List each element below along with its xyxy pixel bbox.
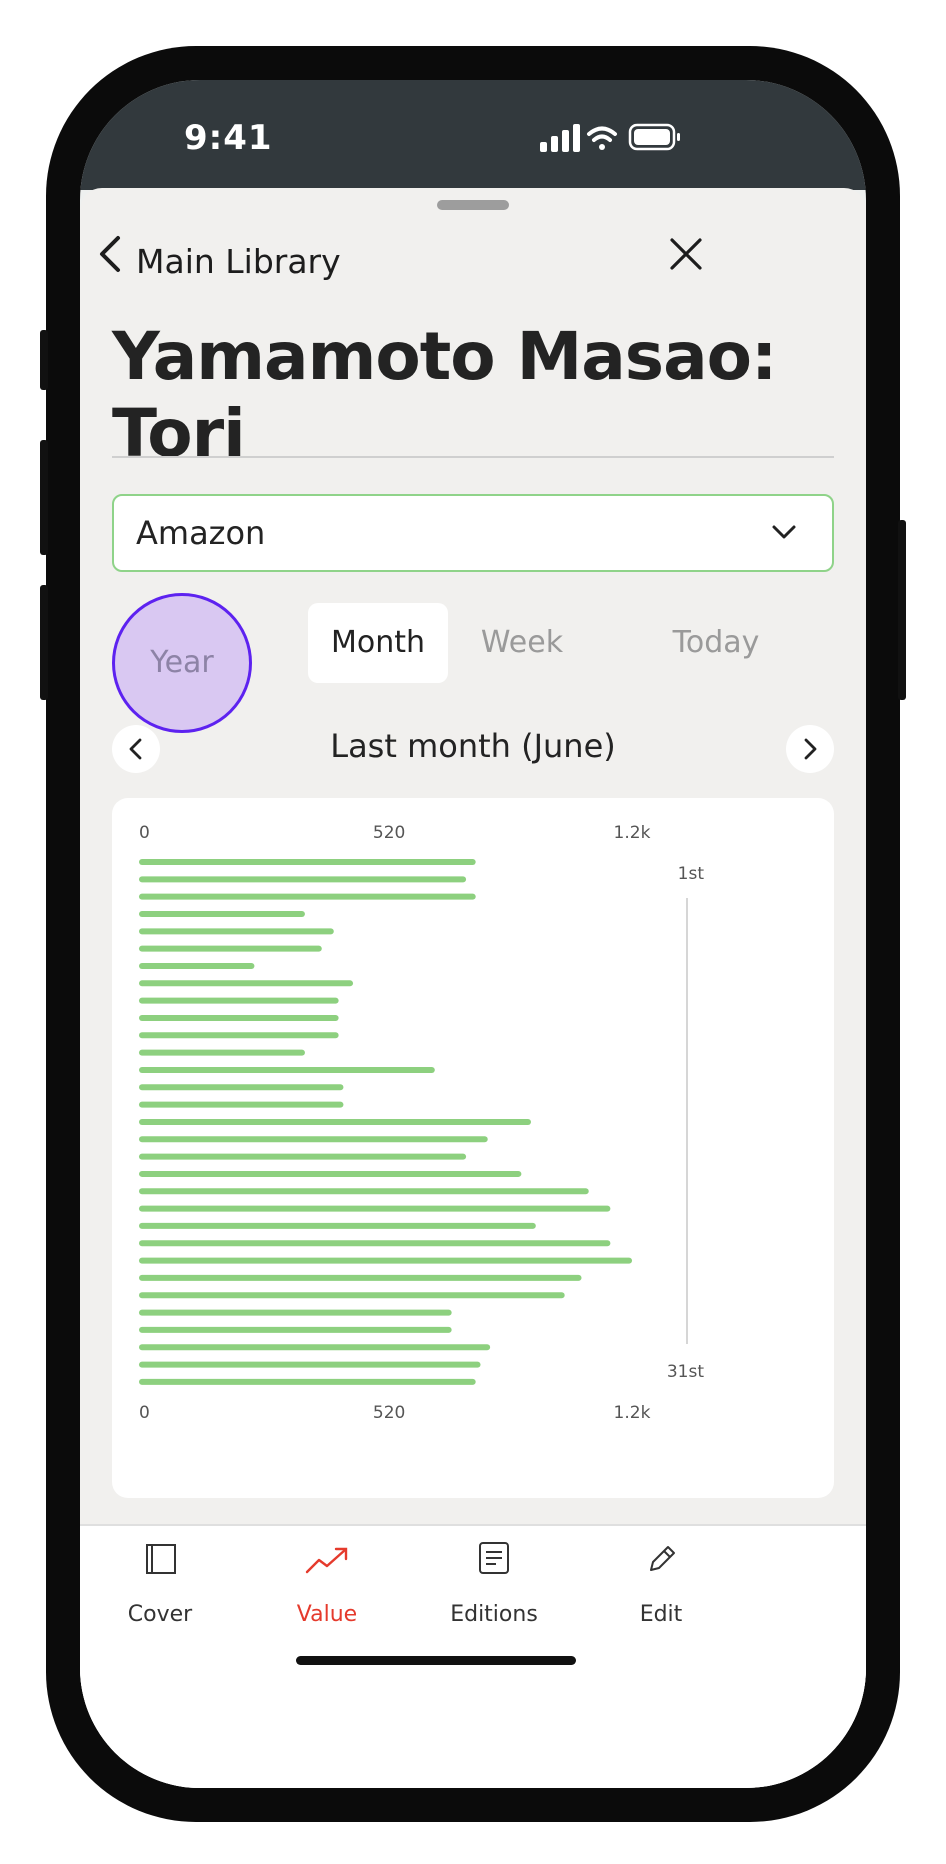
tab-value[interactable]: Value: [247, 1526, 407, 1636]
bar-day-4: [139, 910, 305, 917]
next-period-button[interactable]: [786, 725, 834, 773]
volume-down-button: [40, 585, 48, 700]
tab-label-editions: Editions: [450, 1602, 538, 1627]
home-indicator[interactable]: [296, 1656, 576, 1665]
store-dropdown-value: Amazon: [136, 514, 266, 552]
previous-period-button[interactable]: [112, 725, 160, 773]
bar-day-20: [139, 1188, 589, 1195]
chart-card: 0 0 520 520 1.2k 1.2k 1st 31st: [112, 798, 834, 1498]
bar-day-15: [139, 1101, 344, 1108]
title-divider: [112, 456, 834, 458]
bar-day-27: [139, 1309, 452, 1316]
back-chevron-icon[interactable]: [92, 234, 132, 274]
tab-label-edit: Edit: [639, 1602, 683, 1627]
x-tick-label-bottom: 520: [373, 1403, 405, 1423]
mute-switch: [40, 330, 48, 390]
bar-day-12: [139, 1049, 305, 1056]
trend-icon: [305, 1547, 348, 1574]
bar-day-7: [139, 962, 255, 969]
x-tick-label-top: 0: [139, 823, 150, 843]
x-tick-label-bottom: 1.2k: [614, 1403, 651, 1423]
segment-year[interactable]: Year: [112, 593, 252, 733]
bar-day-16: [139, 1118, 532, 1125]
tab-edit[interactable]: Edit: [581, 1526, 741, 1636]
bar-day-11: [139, 1032, 339, 1039]
status-time: 9:41: [184, 118, 273, 158]
bar-day-5: [139, 928, 334, 935]
tab-bar: Cover Value Editions Edit: [80, 1524, 866, 1788]
bar-day-9: [139, 997, 339, 1004]
tab-cover[interactable]: Cover: [80, 1526, 240, 1636]
y-end-label: 31st: [667, 1362, 704, 1382]
x-tick-label-bottom: 0: [139, 1403, 150, 1423]
x-tick-label-top: 1.2k: [614, 823, 651, 843]
bar-day-19: [139, 1170, 522, 1177]
segment-today[interactable]: Today: [646, 603, 786, 683]
bar-day-25: [139, 1274, 582, 1281]
editions-icon: [479, 1542, 509, 1574]
bar-day-29: [139, 1344, 491, 1351]
bar-day-6: [139, 945, 322, 952]
sheet-grabber[interactable]: [437, 200, 509, 210]
chevron-right-icon: [804, 738, 817, 760]
status-icons: [540, 123, 680, 152]
tab-label-value: Value: [296, 1602, 358, 1627]
sales-bar-chart: 0 0 520 520 1.2k 1.2k 1st 31st: [139, 823, 705, 1423]
pencil-icon: [650, 1546, 675, 1571]
status-bar: 9:41: [80, 80, 866, 190]
wifi-icon: [587, 126, 617, 150]
bar-day-18: [139, 1153, 467, 1160]
bar-day-30: [139, 1361, 481, 1368]
page-title: Yamamoto Masao: Tori: [112, 318, 777, 472]
bar-day-31: [139, 1378, 476, 1385]
bar-day-22: [139, 1222, 536, 1229]
bar-day-17: [139, 1136, 488, 1143]
bar-day-13: [139, 1066, 435, 1073]
tab-label-cover: Cover: [127, 1602, 193, 1627]
x-tick-label-top: 520: [373, 823, 405, 843]
volume-up-button: [40, 440, 48, 555]
cover-icon: [146, 1544, 176, 1574]
chevron-down-icon: [772, 525, 796, 539]
bar-day-14: [139, 1084, 344, 1091]
bar-day-1: [139, 859, 476, 865]
bar-day-21: [139, 1205, 611, 1212]
store-dropdown[interactable]: Amazon: [112, 494, 834, 572]
segment-month[interactable]: Month: [308, 603, 448, 683]
bar-day-8: [139, 980, 354, 987]
bar-day-10: [139, 1014, 339, 1021]
bar-day-2: [139, 876, 467, 883]
back-button[interactable]: Main Library: [136, 242, 341, 281]
y-start-label: 1st: [678, 864, 705, 884]
tab-editions[interactable]: Editions: [414, 1526, 574, 1636]
bar-day-28: [139, 1326, 452, 1333]
bar-day-24: [139, 1257, 633, 1264]
bar-day-3: [139, 893, 476, 900]
battery-icon: [628, 123, 680, 151]
period-label: Last month (June): [330, 727, 616, 765]
bar-day-26: [139, 1292, 565, 1299]
segment-week[interactable]: Week: [452, 603, 592, 683]
screen: 9:41 Main Library Yamamoto Masao: Tori A…: [80, 80, 866, 1788]
chevron-left-icon: [129, 738, 142, 760]
bar-day-23: [139, 1240, 611, 1247]
power-button: [898, 520, 906, 700]
signal-icon: [540, 124, 580, 152]
close-icon[interactable]: [666, 234, 706, 274]
